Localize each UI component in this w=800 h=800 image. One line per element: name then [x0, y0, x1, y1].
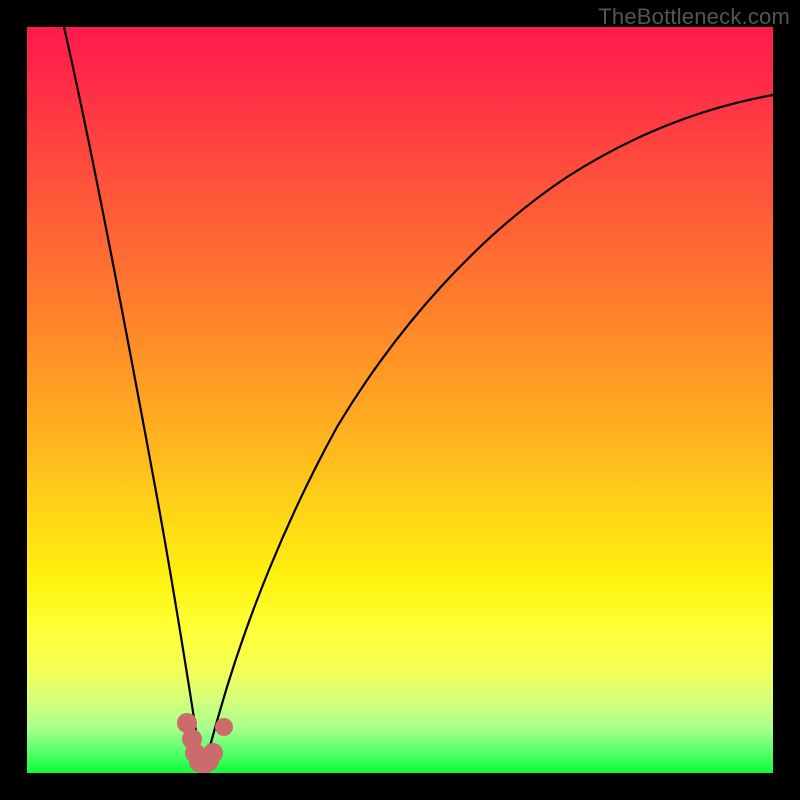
chart-frame: TheBottleneck.com	[0, 0, 800, 800]
plot-area	[27, 27, 773, 773]
curve-layer	[27, 27, 773, 773]
curve-left-branch	[64, 27, 203, 773]
watermark-text: TheBottleneck.com	[598, 4, 790, 30]
highlight-dots	[177, 713, 233, 773]
curve-right-branch	[203, 95, 773, 773]
